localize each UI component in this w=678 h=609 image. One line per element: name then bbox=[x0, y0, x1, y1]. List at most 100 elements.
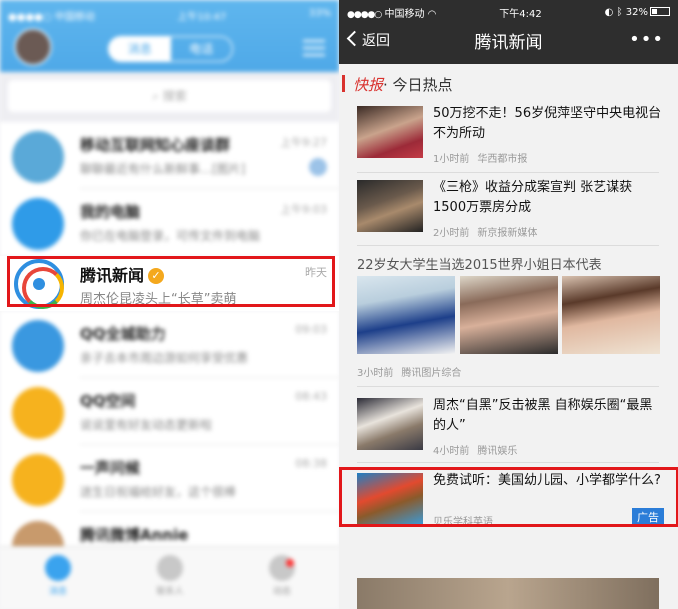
chat-name: 腾讯微博Annie bbox=[80, 526, 189, 544]
search-icon: ⌕ bbox=[152, 89, 163, 103]
chat-bubble-icon bbox=[45, 555, 71, 581]
nav-bar: ●●●●○ 中国移动 ◠ 下午4:42 ◐ ᛒ 32% 返回 腾讯新闻 ••• bbox=[339, 0, 678, 64]
section-accent-bar bbox=[342, 75, 345, 92]
divider bbox=[357, 386, 659, 387]
chat-name: 一声问候 bbox=[80, 459, 141, 477]
news-source: 腾讯图片综合 bbox=[401, 368, 462, 379]
search-input[interactable]: ⌕ 搜索 bbox=[8, 80, 331, 112]
news-thumbnail bbox=[357, 398, 423, 450]
unread-badge bbox=[309, 158, 327, 176]
carrier: ●●●●○ 中国移动 ◠ bbox=[347, 5, 436, 20]
chat-preview: 说说里有好友动态更新啦 bbox=[80, 418, 213, 432]
chat-time: 上午9:03 bbox=[280, 203, 327, 216]
list-item[interactable]: 移动互联网知心座谈群 聊聊最近有什么新鲜事…[图片] 上午9:27 bbox=[0, 122, 339, 189]
carrier-label: ●●●●○ 中国移动 bbox=[8, 12, 95, 23]
chat-preview: 你已在电脑登录，可传文件到电脑 bbox=[80, 229, 261, 243]
computer-icon bbox=[12, 198, 64, 250]
message-phone-switch[interactable]: 消息 电话 bbox=[108, 36, 233, 62]
battery-label: 32% bbox=[625, 6, 648, 18]
person-icon bbox=[157, 555, 183, 581]
avatar bbox=[12, 454, 64, 506]
search-area: ⌕ 搜索 bbox=[0, 72, 339, 122]
news-time: 1小时前 bbox=[433, 154, 470, 165]
news-source: 新京报新媒体 bbox=[477, 228, 538, 239]
user-avatar[interactable] bbox=[14, 28, 52, 66]
divider bbox=[357, 462, 659, 463]
news-time: 2小时前 bbox=[433, 228, 470, 239]
partial-news-image[interactable] bbox=[357, 578, 659, 609]
news-thumbnail bbox=[357, 180, 423, 232]
news-item[interactable]: 50万挖不走！56岁倪萍坚守中央电视台不为所动 1小时前 华西都市报 bbox=[357, 106, 661, 165]
avatar bbox=[12, 131, 64, 183]
news-title: 周杰“自黑”反击被黑 自称娱乐圈“最黑的人” bbox=[433, 398, 653, 433]
carrier-label: 中国移动 bbox=[384, 8, 425, 20]
news-meta: 2小时前 新京报新媒体 bbox=[433, 224, 545, 239]
chat-name: 移动互联网知心座谈群 bbox=[80, 136, 231, 154]
list-item[interactable]: QQ全城助力 亲子去本市周边游如何享受优惠 09:03 bbox=[0, 311, 339, 378]
time-label: 下午4:42 bbox=[499, 8, 542, 20]
chat-preview: 亲子去本市周边游如何享受优惠 bbox=[80, 351, 249, 365]
kuaibao-logo: 快报 bbox=[353, 76, 384, 94]
news-title: 《三枪》收益分成案宣判 张艺谋获1500万票房分成 bbox=[433, 180, 633, 215]
gallery-image[interactable] bbox=[562, 276, 660, 354]
wifi-icon: ◠ bbox=[427, 8, 437, 20]
tab-contacts[interactable]: 联系人 bbox=[140, 555, 200, 597]
chat-time: 08:43 bbox=[295, 390, 327, 403]
news-time: 3小时前 bbox=[357, 368, 394, 379]
chat-time: 上午9:27 bbox=[280, 136, 327, 149]
divider bbox=[357, 245, 659, 246]
chat-name: QQ空间 bbox=[80, 392, 136, 410]
chat-preview: 聊聊最近有什么新鲜事…[图片] bbox=[80, 162, 246, 176]
status-bar: ●●●●○ 中国移动 上午10:47 33% bbox=[8, 8, 331, 23]
tab-messages[interactable]: 消息 bbox=[109, 37, 171, 61]
news-feed: 快报· 今日热点 50万挖不走！56岁倪萍坚守中央电视台不为所动 1小时前 华西都… bbox=[339, 64, 678, 609]
news-time: 4小时前 bbox=[433, 446, 470, 457]
tab-label: 联系人 bbox=[156, 587, 184, 597]
bottom-tab-bar: 消息 联系人 动态 bbox=[0, 546, 339, 609]
news-source: 腾讯娱乐 bbox=[477, 446, 518, 457]
gallery-image[interactable] bbox=[357, 276, 455, 354]
tab-phone[interactable]: 电话 bbox=[171, 37, 233, 61]
highlight-box bbox=[339, 467, 678, 527]
chat-time: 09:03 bbox=[295, 323, 327, 336]
section-title: 快报· 今日热点 bbox=[353, 74, 453, 95]
divider bbox=[357, 172, 659, 173]
news-item[interactable]: 周杰“自黑”反击被黑 自称娱乐圈“最黑的人” 4小时前 腾讯娱乐 bbox=[357, 398, 659, 457]
battery-icon bbox=[650, 6, 670, 16]
section-title-text: · 今日热点 bbox=[383, 76, 453, 94]
menu-icon[interactable] bbox=[303, 40, 325, 56]
tab-label: 动态 bbox=[272, 587, 291, 597]
list-item[interactable]: QQ空间 说说里有好友动态更新啦 08:43 bbox=[0, 378, 339, 445]
more-options-icon[interactable]: ••• bbox=[629, 29, 664, 50]
list-item[interactable]: 一声问候 送生日祝福给好友，这个很棒 08:38 bbox=[0, 445, 339, 512]
chat-preview: 送生日祝福给好友，这个很棒 bbox=[80, 485, 237, 499]
battery-area: ◐ ᛒ 32% bbox=[605, 6, 670, 18]
tab-label: 消息 bbox=[48, 587, 67, 597]
page-title: 腾讯新闻 bbox=[474, 33, 543, 53]
bluetooth-icon: ᛒ bbox=[616, 6, 623, 18]
news-thumbnail bbox=[357, 106, 423, 158]
star-icon bbox=[12, 387, 64, 439]
notification-dot bbox=[286, 559, 294, 567]
tab-moments[interactable]: 动态 bbox=[252, 555, 312, 597]
news-meta: 4小时前 腾讯娱乐 bbox=[433, 442, 525, 457]
news-source: 华西都市报 bbox=[477, 154, 528, 165]
qq-top-bar: ●●●●○ 中国移动 上午10:47 33% 消息 电话 bbox=[0, 0, 339, 72]
gallery-title[interactable]: 22岁女大学生当选2015世界小姐日本代表 bbox=[357, 254, 602, 273]
location-pin-icon bbox=[12, 320, 64, 372]
search-placeholder: 搜索 bbox=[162, 89, 187, 103]
list-item[interactable]: 我的电脑 你已在电脑登录，可传文件到电脑 上午9:03 bbox=[0, 189, 339, 256]
gallery-image[interactable] bbox=[460, 276, 558, 354]
chat-name: 我的电脑 bbox=[80, 203, 141, 221]
signal-icon: ●●●●○ bbox=[347, 9, 382, 20]
highlight-box bbox=[7, 256, 335, 307]
chat-time: 08:38 bbox=[295, 457, 327, 470]
gallery-meta: 3小时前 腾讯图片综合 bbox=[357, 364, 469, 379]
news-meta: 1小时前 华西都市报 bbox=[433, 150, 535, 165]
tab-messages-bottom[interactable]: 消息 bbox=[28, 555, 88, 597]
chat-name: QQ全城助力 bbox=[80, 325, 166, 343]
news-title: 50万挖不走！56岁倪萍坚守中央电视台不为所动 bbox=[433, 106, 662, 141]
time-label: 上午10:47 bbox=[177, 12, 227, 23]
battery-label: 33% bbox=[308, 8, 331, 19]
news-item[interactable]: 《三枪》收益分成案宣判 张艺谋获1500万票房分成 2小时前 新京报新媒体 bbox=[357, 180, 659, 239]
